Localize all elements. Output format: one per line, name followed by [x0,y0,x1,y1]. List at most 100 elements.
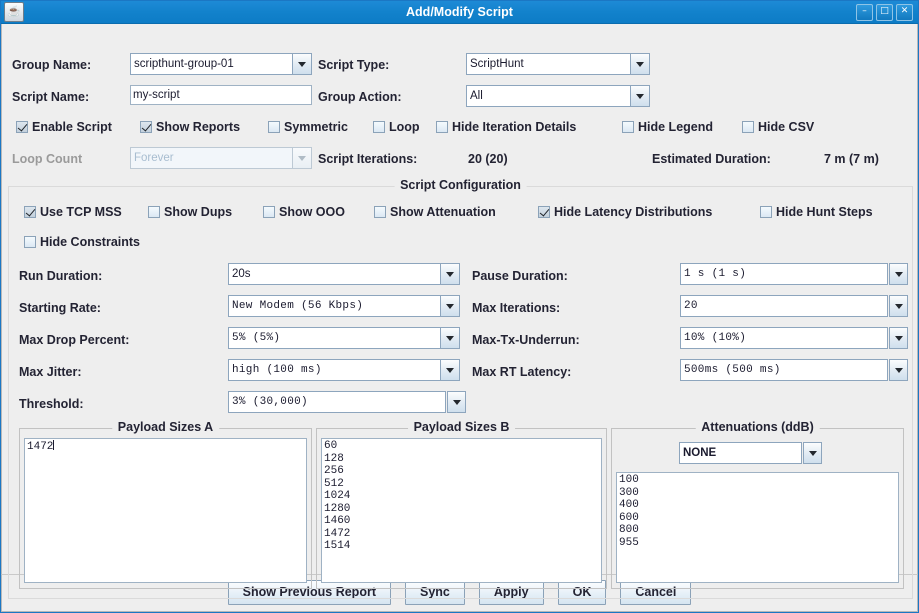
max-jitter-dropdown-button[interactable] [441,359,460,381]
payload-sizes-a-textarea[interactable]: 1472 [24,438,307,583]
checkbox-show-reports[interactable]: Show Reports [140,120,240,134]
max-iterations-combo[interactable]: 20 [680,295,908,317]
max-drop-percent-combo[interactable]: 5% (5%) [228,327,460,349]
checkbox-box [374,206,386,218]
payload-sizes-b-list[interactable]: 60 128 256 512 1024 1280 1460 1472 1514 [321,438,602,583]
chevron-down-icon [446,335,454,341]
script-type-dropdown-button[interactable] [631,53,650,75]
group-action-dropdown-button[interactable] [631,85,650,107]
checkbox-label: Show Attenuation [390,205,496,219]
max-jitter-label: Max Jitter: [19,365,82,379]
checkbox-hide-constraints[interactable]: Hide Constraints [24,235,140,249]
checkbox-box [148,206,160,218]
attenuations-title: Attenuations (ddB) [695,420,820,434]
max-rt-latency-dropdown-button[interactable] [889,359,908,381]
payload-sizes-b-title: Payload Sizes B [407,420,516,434]
pause-duration-value[interactable]: 1 s (1 s) [680,263,888,285]
checkbox-use-tcp-mss[interactable]: Use TCP MSS [24,205,122,219]
checkbox-show-attenuation[interactable]: Show Attenuation [374,205,496,219]
list-item[interactable]: 400 [619,499,896,512]
max-rt-latency-combo[interactable]: 500ms (500 ms) [680,359,908,381]
checkbox-loop[interactable]: Loop [373,120,420,134]
checkbox-hide-hunt-steps[interactable]: Hide Hunt Steps [760,205,873,219]
max-jitter-value[interactable]: high (100 ms) [228,359,441,381]
script-type-value[interactable]: ScriptHunt [466,53,631,75]
list-item[interactable]: 1514 [324,540,599,553]
checkbox-hide-csv[interactable]: Hide CSV [742,120,814,134]
chevron-down-icon [894,335,903,341]
list-item[interactable]: 100 [619,474,896,487]
list-item[interactable]: 128 [324,453,599,466]
group-action-value[interactable]: All [466,85,631,107]
group-name-input[interactable]: scripthunt-group-01 [130,53,293,75]
attenuations-dropdown-button[interactable] [803,442,822,464]
starting-rate-combo[interactable]: New Modem (56 Kbps) [228,295,460,317]
checkbox-label: Hide Latency Distributions [554,205,713,219]
pause-duration-label: Pause Duration: [472,269,568,283]
threshold-value[interactable]: 3% (30,000) [228,391,446,413]
max-drop-percent-value[interactable]: 5% (5%) [228,327,441,349]
max-jitter-combo[interactable]: high (100 ms) [228,359,460,381]
maximize-button[interactable]: □ [876,3,893,21]
group-name-combo[interactable]: scripthunt-group-01 [130,53,312,75]
checkbox-box [16,121,28,133]
script-name-label: Script Name: [12,90,90,104]
checkbox-label: Enable Script [32,120,112,134]
minimize-button[interactable]: – [856,3,873,21]
max-tx-underrun-dropdown-button[interactable] [889,327,908,349]
checkbox-label: Show Dups [164,205,233,219]
close-button[interactable]: ✕ [896,3,913,21]
checkbox-show-dups[interactable]: Show Dups [148,205,232,219]
loop-count-label: Loop Count [12,152,83,166]
checkbox-hide-iteration-details[interactable]: Hide Iteration Details [436,120,576,134]
checkbox-box [538,206,550,218]
max-tx-underrun-combo[interactable]: 10% (10%) [680,327,908,349]
chevron-down-icon [894,271,903,277]
run-duration-value[interactable]: 20s [228,263,441,285]
starting-rate-value[interactable]: New Modem (56 Kbps) [228,295,441,317]
checkbox-hide-legend[interactable]: Hide Legend [622,120,713,134]
pause-duration-dropdown-button[interactable] [889,263,908,285]
run-duration-dropdown-button[interactable] [441,263,460,285]
group-name-dropdown-button[interactable] [293,53,312,75]
run-duration-combo[interactable]: 20s [228,263,460,285]
group-action-combo[interactable]: All [466,85,650,107]
script-configuration-title: Script Configuration [394,178,527,192]
checkbox-hide-latency-distributions[interactable]: Hide Latency Distributions [538,205,712,219]
max-tx-underrun-value[interactable]: 10% (10%) [680,327,888,349]
list-item[interactable]: 1024 [324,490,599,503]
list-item[interactable]: 1472 [324,528,599,541]
threshold-combo[interactable]: 3% (30,000) [228,391,466,413]
list-item[interactable]: 600 [619,512,896,525]
attenuations-selected-value[interactable]: NONE [679,442,802,464]
list-item[interactable]: 955 [619,537,896,550]
checkbox-label: Show OOO [279,205,345,219]
max-rt-latency-value[interactable]: 500ms (500 ms) [680,359,888,381]
pause-duration-combo[interactable]: 1 s (1 s) [680,263,908,285]
loop-count-dropdown-button [293,147,312,169]
threshold-dropdown-button[interactable] [447,391,466,413]
list-item[interactable]: 800 [619,524,896,537]
max-drop-percent-dropdown-button[interactable] [441,327,460,349]
list-item[interactable]: 1460 [324,515,599,528]
checkbox-box [622,121,634,133]
script-name-input[interactable]: my-script [130,85,312,105]
list-item[interactable]: 512 [324,478,599,491]
attenuations-combo[interactable]: NONE [679,442,822,464]
starting-rate-dropdown-button[interactable] [441,295,460,317]
checkbox-symmetric[interactable]: Symmetric [268,120,348,134]
checkbox-enable-script[interactable]: Enable Script [16,120,112,134]
checkbox-box [742,121,754,133]
max-iterations-dropdown-button[interactable] [889,295,908,317]
list-item[interactable]: 256 [324,465,599,478]
checkbox-box [24,206,36,218]
script-type-combo[interactable]: ScriptHunt [466,53,650,75]
list-item[interactable]: 300 [619,487,896,500]
checkbox-show-ooo[interactable]: Show OOO [263,205,345,219]
max-iterations-value[interactable]: 20 [680,295,888,317]
checkbox-label: Hide CSV [758,120,815,134]
attenuations-list[interactable]: 100 300 400 600 800 955 [616,472,899,583]
list-item[interactable]: 60 [324,440,599,453]
list-item[interactable]: 1280 [324,503,599,516]
list-item[interactable]: 1472 [27,440,304,454]
